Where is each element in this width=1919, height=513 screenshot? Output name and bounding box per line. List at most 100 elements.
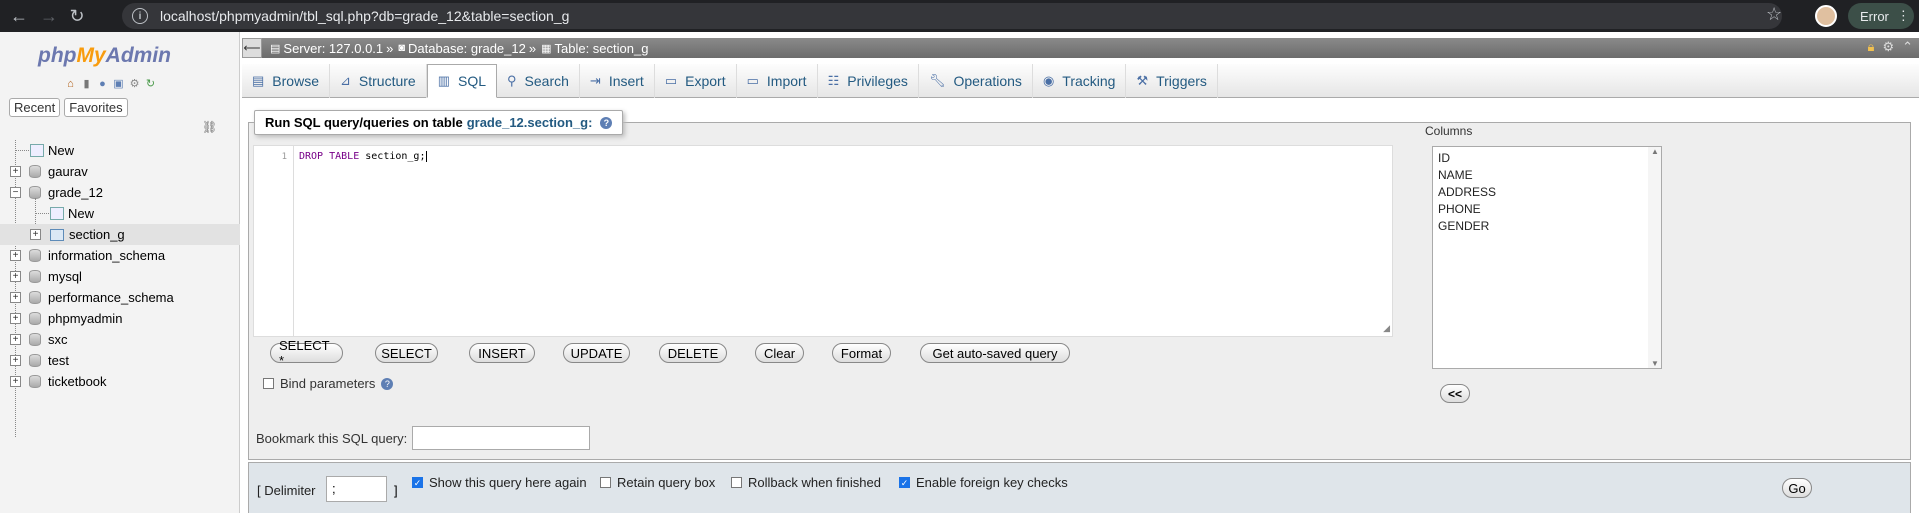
insert-column-button[interactable]: << <box>1440 384 1470 403</box>
tree-item-section_g[interactable]: + section_g <box>0 224 240 245</box>
help-icon[interactable]: ● <box>96 78 109 91</box>
tree-item-sxc[interactable]: + sxc <box>0 329 240 350</box>
tree-item-performance_schema[interactable]: + performance_schema <box>0 287 240 308</box>
expand-icon[interactable]: + <box>10 376 21 387</box>
link-with-main-icon[interactable]: ⛓ <box>202 120 217 134</box>
settings-icon[interactable]: ⚙ <box>128 78 141 91</box>
bookmark-star-icon[interactable]: ☆ <box>1766 4 1782 25</box>
tab-export[interactable]: ▭ Export <box>655 64 737 98</box>
page-settings-icon[interactable]: ⚙ <box>1882 39 1894 55</box>
help-icon[interactable]: ? <box>600 116 613 129</box>
select-star-button[interactable]: SELECT * <box>270 338 343 368</box>
column-option[interactable]: GENDER <box>1438 219 1489 233</box>
reload-button[interactable]: ↻ <box>62 1 92 31</box>
collapse-navigation-button[interactable]: ⟵ <box>242 38 262 58</box>
expand-icon[interactable]: + <box>10 250 21 261</box>
column-option[interactable]: NAME <box>1438 168 1473 182</box>
docs-icon[interactable]: ▣ <box>112 78 125 91</box>
retain-box-option[interactable]: Retain query box <box>600 475 715 490</box>
error-button[interactable]: Error ⋮ <box>1848 3 1914 29</box>
tab-import[interactable]: ▭ Import <box>737 64 818 98</box>
reload-nav-icon[interactable]: ↻ <box>144 78 157 91</box>
tab-sql[interactable]: ▥ SQL <box>426 64 498 98</box>
resize-handle-icon[interactable]: ◢ <box>1383 323 1390 334</box>
tree-item-grade_12[interactable]: − grade_12 <box>0 182 240 228</box>
home-icon[interactable]: ⌂ <box>64 78 77 91</box>
bind-parameters-label[interactable]: Bind parameters <box>280 376 375 391</box>
breadcrumb-database[interactable]: Database: grade_12 <box>408 41 526 56</box>
tree-item-phpmyadmin[interactable]: + phpmyadmin <box>0 308 240 329</box>
tab-privileges[interactable]: ☷ Privileges <box>818 64 919 98</box>
logout-icon[interactable]: ▮ <box>80 78 93 91</box>
columns-scrollbar[interactable]: ▲ ▼ <box>1648 147 1661 368</box>
column-option[interactable]: ID <box>1438 151 1450 165</box>
tree-item-mysql[interactable]: + mysql <box>0 266 240 287</box>
expand-icon[interactable]: + <box>10 166 21 177</box>
favorites-tab[interactable]: Favorites <box>64 98 128 117</box>
collapse-icon[interactable]: − <box>10 187 21 198</box>
tab-operations[interactable]: 🔧︎ Operations <box>919 64 1033 98</box>
foreign-keys-option[interactable]: ✓ Enable foreign key checks <box>899 475 1068 490</box>
show-query-option[interactable]: ✓ Show this query here again <box>412 475 587 490</box>
tree-item-gaurav[interactable]: + gaurav <box>0 161 240 182</box>
expand-icon[interactable]: + <box>10 355 21 366</box>
help-icon[interactable]: ? <box>381 377 394 390</box>
maximize-icon[interactable]: ⌃ <box>1902 39 1913 55</box>
tree-item-new[interactable]: New <box>0 140 240 161</box>
tree-item-ticketbook[interactable]: + ticketbook <box>0 371 240 392</box>
scroll-up-icon[interactable]: ▲ <box>1651 147 1659 156</box>
go-button[interactable]: Go <box>1782 478 1812 498</box>
breadcrumb-server[interactable]: Server: 127.0.0.1 <box>283 41 383 56</box>
columns-list[interactable]: ID NAME ADDRESS PHONE GENDER ▲ ▼ <box>1432 146 1662 369</box>
bind-parameters-checkbox[interactable] <box>263 378 274 389</box>
get-auto-saved-query-button[interactable]: Get auto-saved query <box>920 343 1070 363</box>
breadcrumb-table[interactable]: Table: section_g <box>554 41 648 56</box>
tree-item-new-table[interactable]: New <box>0 203 240 224</box>
column-option[interactable]: ADDRESS <box>1438 185 1496 199</box>
bookmark-input[interactable] <box>412 426 591 450</box>
tab-search[interactable]: ⚲ Search <box>497 64 580 98</box>
clear-button[interactable]: Clear <box>755 343 804 363</box>
sql-code[interactable]: DROP TABLE section_g; <box>299 151 428 162</box>
rollback-label[interactable]: Rollback when finished <box>748 475 881 490</box>
profile-avatar[interactable] <box>1815 5 1837 27</box>
insert-button[interactable]: INSERT <box>469 343 535 363</box>
tab-triggers[interactable]: ⚒ Triggers <box>1126 64 1218 98</box>
select-button[interactable]: SELECT <box>375 343 438 363</box>
recent-tab[interactable]: Recent <box>9 98 61 117</box>
rollback-checkbox[interactable] <box>731 477 742 488</box>
expand-icon[interactable]: + <box>10 313 21 324</box>
tab-structure[interactable]: ⊿ Structure <box>330 64 427 98</box>
column-option[interactable]: PHONE <box>1438 202 1481 216</box>
site-info-icon[interactable]: i <box>132 8 148 24</box>
forward-button[interactable]: → <box>34 1 64 31</box>
format-button[interactable]: Format <box>832 343 891 363</box>
tree-item-information_schema[interactable]: + information_schema <box>0 245 240 266</box>
sql-editor[interactable]: 1 DROP TABLE section_g; ◢ <box>253 145 1393 337</box>
expand-icon[interactable]: + <box>10 334 21 345</box>
phpmyadmin-logo[interactable]: phpMyAdmin <box>38 44 171 68</box>
lock-icon[interactable]: 🔒︎ <box>1868 39 1875 55</box>
update-button[interactable]: UPDATE <box>563 343 630 363</box>
expand-icon[interactable]: + <box>10 292 21 303</box>
tree-label: New <box>68 206 95 221</box>
expand-icon[interactable]: + <box>10 271 21 282</box>
back-button[interactable]: ← <box>4 1 34 31</box>
tab-browse[interactable]: ▤ Browse <box>242 64 330 98</box>
delete-button[interactable]: DELETE <box>659 343 727 363</box>
foreign-keys-checkbox[interactable]: ✓ <box>899 477 910 488</box>
foreign-keys-label[interactable]: Enable foreign key checks <box>916 475 1068 490</box>
expand-icon[interactable]: + <box>30 229 41 240</box>
retain-box-label[interactable]: Retain query box <box>617 475 715 490</box>
address-bar[interactable]: i localhost/phpmyadmin/tbl_sql.php?db=gr… <box>122 3 1782 29</box>
delimiter-input[interactable]: ; <box>326 476 387 502</box>
scroll-down-icon[interactable]: ▼ <box>1651 359 1659 368</box>
rollback-option[interactable]: Rollback when finished <box>731 475 881 490</box>
legend-table-link[interactable]: grade_12.section_g: <box>467 115 593 130</box>
retain-box-checkbox[interactable] <box>600 477 611 488</box>
tab-insert[interactable]: ⇥ Insert <box>580 64 655 98</box>
tree-item-test[interactable]: + test <box>0 350 240 371</box>
show-query-checkbox[interactable]: ✓ <box>412 477 423 488</box>
tab-tracking[interactable]: ◉ Tracking <box>1033 64 1127 98</box>
show-query-label[interactable]: Show this query here again <box>429 475 587 490</box>
